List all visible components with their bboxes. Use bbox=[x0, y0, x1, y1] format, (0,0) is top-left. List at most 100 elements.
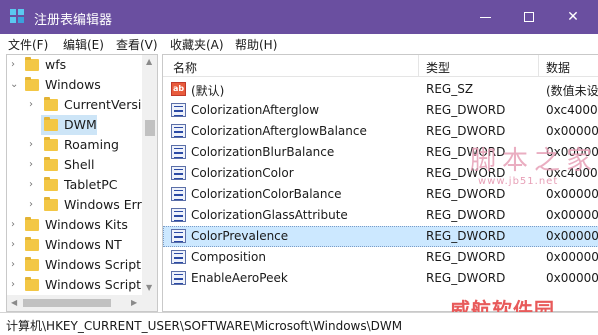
tree-item-windows-script-1[interactable]: › Windows Script bbox=[7, 255, 142, 275]
tree-item-currentversion[interactable]: › CurrentVersic bbox=[7, 95, 148, 115]
value-data: 0x000000 bbox=[546, 208, 598, 222]
tree-item-shell[interactable]: › Shell bbox=[7, 155, 142, 175]
tree-item-label: Windows bbox=[45, 77, 101, 92]
folder-icon bbox=[25, 237, 39, 251]
string-value-icon: ab bbox=[171, 82, 186, 96]
tree-item-windows-kits[interactable]: › Windows Kits bbox=[7, 215, 142, 235]
menu-favorites[interactable]: 收藏夹(A) bbox=[170, 36, 224, 53]
chevron-right-icon[interactable]: › bbox=[11, 235, 19, 255]
dword-value-icon bbox=[171, 166, 186, 180]
column-divider[interactable] bbox=[538, 55, 539, 77]
column-header-type[interactable]: 类型 bbox=[426, 59, 450, 76]
chevron-right-icon[interactable]: › bbox=[29, 95, 37, 115]
chevron-right-icon[interactable]: › bbox=[11, 255, 19, 275]
tree-item-label: CurrentVersic bbox=[64, 97, 149, 112]
status-bar: 计算机\HKEY_CURRENT_USER\SOFTWARE\Microsoft… bbox=[0, 312, 598, 335]
tree-item-label: DWM bbox=[64, 117, 97, 132]
menu-view[interactable]: 查看(V) bbox=[116, 36, 158, 53]
folder-icon bbox=[25, 277, 39, 291]
folder-icon bbox=[25, 57, 39, 71]
value-data: 0x000000 bbox=[546, 271, 598, 285]
tree-item-windows-error[interactable]: › Windows Erro bbox=[7, 195, 149, 215]
dword-value-icon bbox=[171, 271, 186, 285]
tree-item-dwm[interactable]: DWM bbox=[7, 115, 142, 135]
value-row[interactable]: ColorizationAfterglowBalance REG_DWORD 0… bbox=[163, 121, 598, 142]
scroll-up-icon[interactable]: ▲ bbox=[146, 57, 152, 66]
value-name: ColorizationColorBalance bbox=[191, 187, 342, 201]
value-row[interactable]: ColorizationAfterglow REG_DWORD 0xc40000 bbox=[163, 100, 598, 121]
tree-item-label: Windows Script bbox=[45, 257, 142, 272]
value-name: Composition bbox=[191, 250, 266, 264]
registry-path: 计算机\HKEY_CURRENT_USER\SOFTWARE\Microsoft… bbox=[6, 319, 403, 333]
registry-key-tree[interactable]: › wfs ⌄ Windows › CurrentVersic DWM › Ro… bbox=[6, 54, 158, 312]
folder-icon bbox=[25, 77, 39, 91]
tree-item-label: Windows Kits bbox=[45, 217, 128, 232]
value-type: REG_DWORD bbox=[426, 208, 506, 222]
close-button[interactable]: ✕ bbox=[550, 0, 596, 34]
folder-icon bbox=[25, 217, 39, 231]
window-title: 注册表编辑器 bbox=[34, 13, 113, 28]
folder-icon bbox=[44, 117, 58, 131]
scrollbar-thumb[interactable] bbox=[23, 299, 111, 307]
dword-value-icon bbox=[171, 250, 186, 264]
folder-icon bbox=[44, 97, 58, 111]
menu-bar: 文件(F) 编辑(E) 查看(V) 收藏夹(A) 帮助(H) bbox=[0, 34, 598, 54]
tree-item-windows-script-2[interactable]: › Windows Script bbox=[7, 275, 142, 295]
maximize-icon bbox=[524, 12, 534, 22]
chevron-right-icon[interactable]: › bbox=[29, 135, 37, 155]
value-data: 0x000000 bbox=[546, 124, 598, 138]
value-data: 0xc40000 bbox=[546, 103, 598, 117]
dword-value-icon bbox=[171, 208, 186, 222]
value-row[interactable]: ab (默认) REG_SZ (数值未设 bbox=[163, 79, 598, 100]
value-data: 0x000000 bbox=[546, 250, 598, 264]
chevron-right-icon[interactable]: › bbox=[29, 195, 37, 215]
value-row[interactable]: ColorizationColorBalance REG_DWORD 0x000… bbox=[163, 184, 598, 205]
watermark-url: www.jb51.net bbox=[478, 176, 559, 187]
tree-horizontal-scrollbar[interactable]: ◀ ▶ bbox=[7, 295, 157, 311]
maximize-button[interactable] bbox=[506, 0, 552, 34]
tree-vertical-scrollbar[interactable]: ▲ ▼ bbox=[142, 55, 157, 295]
tree-item-tabletpc[interactable]: › TabletPC bbox=[7, 175, 142, 195]
chevron-down-icon[interactable]: ⌄ bbox=[10, 75, 18, 95]
minimize-icon bbox=[479, 16, 491, 18]
menu-edit[interactable]: 编辑(E) bbox=[63, 36, 104, 53]
chevron-right-icon[interactable]: › bbox=[11, 275, 19, 295]
menu-help[interactable]: 帮助(H) bbox=[235, 36, 277, 53]
value-row-selected[interactable]: ColorPrevalence REG_DWORD 0x000000 bbox=[163, 226, 598, 247]
tree-item-roaming[interactable]: › Roaming bbox=[7, 135, 142, 155]
tree-item-label: Roaming bbox=[64, 137, 119, 152]
scroll-right-icon[interactable]: ▶ bbox=[131, 298, 137, 307]
chevron-right-icon[interactable]: › bbox=[11, 215, 19, 235]
scrollbar-thumb[interactable] bbox=[145, 120, 155, 136]
value-type: REG_DWORD bbox=[426, 271, 506, 285]
value-row[interactable]: ColorizationGlassAttribute REG_DWORD 0x0… bbox=[163, 205, 598, 226]
dword-value-icon bbox=[171, 187, 186, 201]
menu-file[interactable]: 文件(F) bbox=[8, 36, 48, 53]
tree-item-windows-nt[interactable]: › Windows NT bbox=[7, 235, 142, 255]
chevron-right-icon[interactable]: › bbox=[29, 155, 37, 175]
tree-item-windows[interactable]: ⌄ Windows bbox=[7, 75, 142, 95]
value-name: (默认) bbox=[191, 84, 225, 98]
value-data: 0x000000 bbox=[546, 229, 598, 243]
value-row[interactable]: Composition REG_DWORD 0x000000 bbox=[163, 247, 598, 268]
tree-item-label: Shell bbox=[64, 157, 95, 172]
tree-item-label: Windows Erro bbox=[64, 197, 150, 212]
tree-item-label: Windows NT bbox=[45, 237, 122, 252]
chevron-right-icon[interactable]: › bbox=[11, 55, 19, 75]
chevron-right-icon[interactable]: › bbox=[29, 175, 37, 195]
scroll-down-icon[interactable]: ▼ bbox=[146, 283, 152, 292]
value-row[interactable]: EnableAeroPeek REG_DWORD 0x000000 bbox=[163, 268, 598, 289]
value-name: ColorizationGlassAttribute bbox=[191, 208, 348, 222]
column-divider[interactable] bbox=[418, 55, 419, 77]
title-bar[interactable]: 注册表编辑器 ✕ bbox=[0, 0, 598, 34]
minimize-button[interactable] bbox=[462, 0, 508, 34]
tree-item-wfs[interactable]: › wfs bbox=[7, 55, 142, 75]
value-type: REG_DWORD bbox=[426, 229, 506, 243]
folder-icon bbox=[44, 157, 58, 171]
folder-icon bbox=[44, 137, 58, 151]
column-header-data[interactable]: 数据 bbox=[546, 59, 570, 76]
folder-icon bbox=[44, 177, 58, 191]
scroll-left-icon[interactable]: ◀ bbox=[11, 298, 17, 307]
column-header-name[interactable]: 名称 bbox=[173, 59, 197, 76]
folder-icon bbox=[25, 257, 39, 271]
